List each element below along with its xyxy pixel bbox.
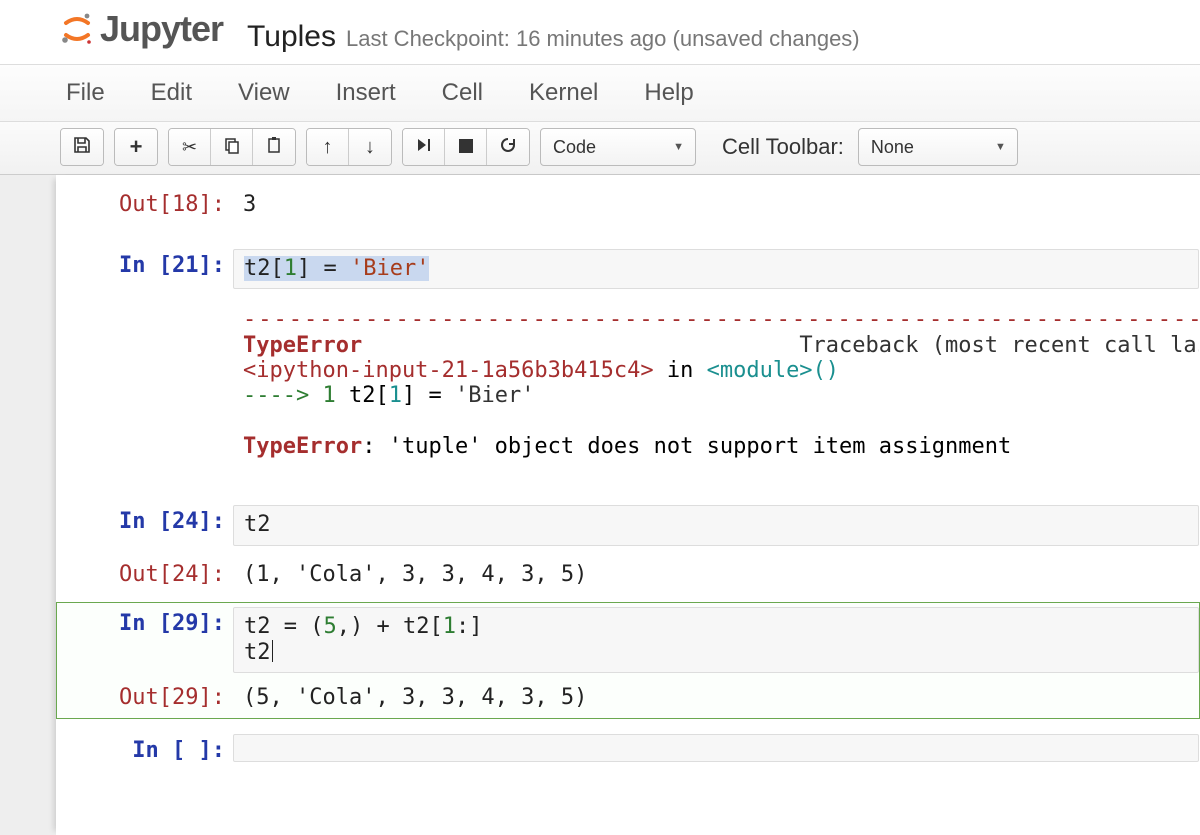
menu-view[interactable]: View	[232, 65, 296, 121]
in-prompt: In [24]:	[57, 505, 233, 545]
in-prompt: In [ ]:	[57, 734, 233, 763]
scissors-icon: ✂	[182, 137, 197, 158]
save-icon	[73, 136, 91, 159]
code-cell-29[interactable]: In [29]: t2 = (5,) + t2[1:] t2	[56, 602, 1200, 679]
restart-icon	[499, 136, 517, 159]
add-cell-button[interactable]: +	[115, 129, 157, 165]
menu-help[interactable]: Help	[638, 65, 699, 121]
traceback: ----------------------------------------…	[233, 301, 1199, 477]
save-button[interactable]	[61, 129, 103, 165]
celltoolbar-select[interactable]: None	[858, 128, 1018, 166]
arrow-down-icon: ↓	[365, 136, 375, 159]
output-value: 3	[233, 188, 1199, 221]
notebook-title[interactable]: Tuples	[247, 20, 336, 54]
toolbar: + ✂ ↑ ↓ Code Cell Toolbar: None	[0, 122, 1200, 175]
interrupt-button[interactable]	[445, 129, 487, 165]
traceback-output-21: ----------------------------------------…	[56, 296, 1200, 482]
menu-cell[interactable]: Cell	[436, 65, 489, 121]
menubar: File Edit View Insert Cell Kernel Help	[0, 64, 1200, 122]
notebook-header: Jupyter Tuples Last Checkpoint: 16 minut…	[0, 0, 1200, 64]
text-cursor	[272, 640, 273, 662]
output-cell-18: Out[18]: 3	[56, 183, 1200, 226]
cut-button[interactable]: ✂	[169, 129, 211, 165]
checkpoint-text: Last Checkpoint: 16 minutes ago (unsaved…	[346, 26, 860, 52]
menu-kernel[interactable]: Kernel	[523, 65, 604, 121]
copy-icon	[223, 136, 241, 159]
jupyter-logo[interactable]: Jupyter	[60, 8, 223, 50]
title-area: Tuples Last Checkpoint: 16 minutes ago (…	[247, 20, 860, 54]
restart-button[interactable]	[487, 129, 529, 165]
code-cell-21[interactable]: In [21]: t2[1] = 'Bier'	[56, 244, 1200, 294]
notebook-area[interactable]: Out[18]: 3 In [21]: t2[1] = 'Bier' -----…	[56, 175, 1200, 835]
copy-button[interactable]	[211, 129, 253, 165]
out-prompt: Out[29]:	[57, 681, 233, 714]
out-prompt: Out[18]:	[57, 188, 233, 221]
output-value: (5, 'Cola', 3, 3, 4, 3, 5)	[233, 681, 1199, 714]
output-value: (1, 'Cola', 3, 3, 4, 3, 5)	[233, 558, 1199, 591]
code-cell-24[interactable]: In [24]: t2	[56, 500, 1200, 550]
celltoolbar-label: Cell Toolbar:	[722, 134, 844, 160]
jupyter-icon	[60, 12, 94, 46]
plus-icon: +	[130, 134, 143, 160]
code-input[interactable]	[233, 734, 1199, 762]
output-cell-24: Out[24]: (1, 'Cola', 3, 3, 4, 3, 5)	[56, 553, 1200, 596]
menu-edit[interactable]: Edit	[145, 65, 198, 121]
paste-button[interactable]	[253, 129, 295, 165]
in-prompt: In [21]:	[57, 249, 233, 289]
celltype-select[interactable]: Code	[540, 128, 696, 166]
move-up-button[interactable]: ↑	[307, 129, 349, 165]
logo-text: Jupyter	[100, 8, 223, 50]
code-cell-empty[interactable]: In [ ]:	[56, 729, 1200, 768]
output-cell-29: Out[29]: (5, 'Cola', 3, 3, 4, 3, 5)	[56, 677, 1200, 719]
code-input[interactable]: t2[1] = 'Bier'	[233, 249, 1199, 289]
menu-file[interactable]: File	[60, 65, 111, 121]
code-input[interactable]: t2 = (5,) + t2[1:] t2	[233, 607, 1199, 674]
out-prompt: Out[24]:	[57, 558, 233, 591]
menu-insert[interactable]: Insert	[330, 65, 402, 121]
in-prompt: In [29]:	[57, 607, 233, 674]
arrow-up-icon: ↑	[323, 136, 333, 159]
code-input[interactable]: t2	[233, 505, 1199, 545]
step-forward-icon	[416, 137, 432, 158]
run-button[interactable]	[403, 129, 445, 165]
move-down-button[interactable]: ↓	[349, 129, 391, 165]
paste-icon	[265, 136, 283, 159]
stop-icon	[459, 137, 473, 158]
